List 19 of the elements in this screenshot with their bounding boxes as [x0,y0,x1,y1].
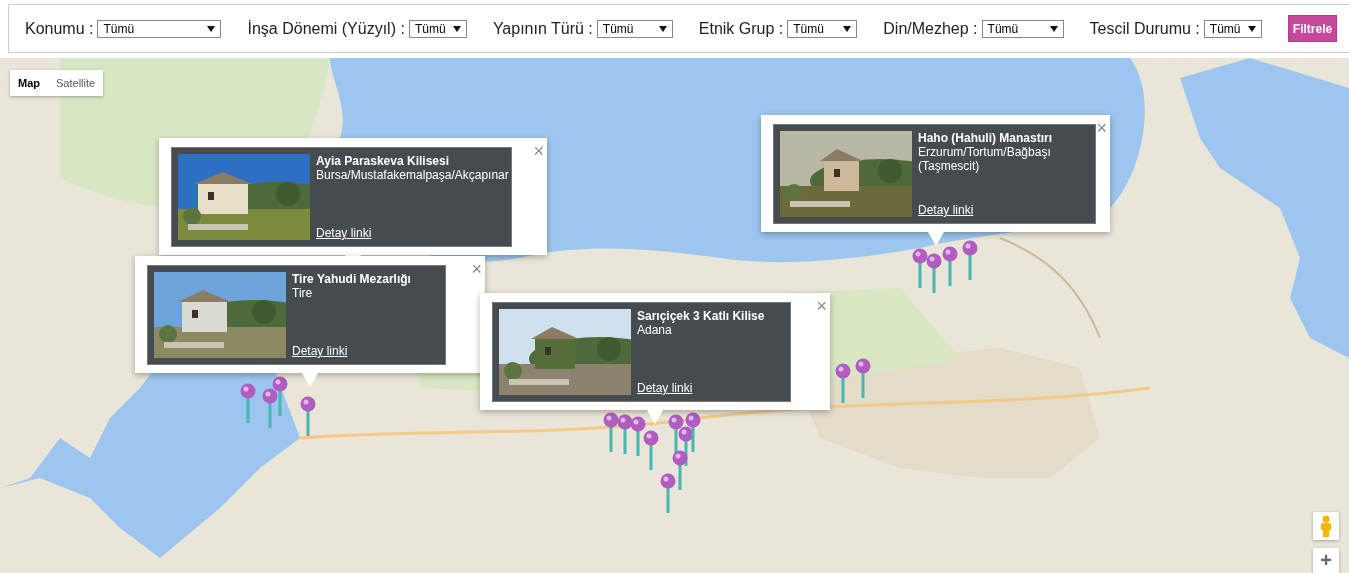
filter-label: Konumu : [25,19,94,38]
dropdown[interactable]: Tümü [408,19,467,38]
filter-label: İnşa Dönemi (Yüzyıl) : [247,19,405,38]
caret-icon [658,25,667,32]
filter-label: Din/Mezhep : [883,19,978,38]
caret-icon [1049,25,1058,32]
caret-icon [843,25,852,32]
filter-label: Yapının Türü : [492,19,593,38]
dropdown[interactable]: Tümü [596,19,673,38]
dropdown[interactable]: Tümü [97,19,222,38]
filter-label: Tescil Durumu : [1089,19,1200,38]
caret-icon [1247,25,1256,32]
filter-button[interactable]: Filtrele [1287,15,1338,42]
dropdown[interactable]: Tümü [787,19,858,38]
filter-label: Etnik Grup : [698,19,784,38]
caret-icon [207,25,216,32]
caret-icon [452,25,461,32]
dropdown[interactable]: Tümü [1203,19,1262,38]
dropdown[interactable]: Tümü [981,19,1064,38]
